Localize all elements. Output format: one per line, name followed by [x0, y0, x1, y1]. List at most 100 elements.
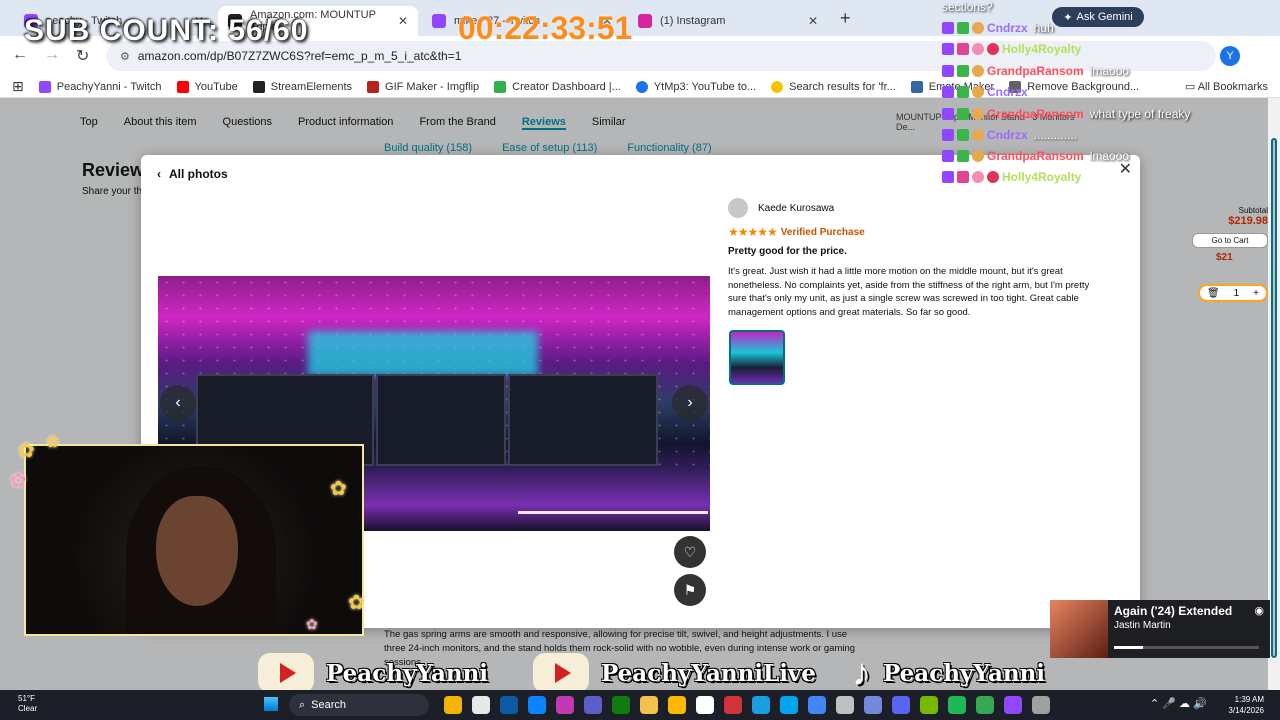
taskbar-app-icon[interactable]	[668, 696, 686, 714]
stream-timer: 00:22:33:51	[458, 10, 633, 46]
heart-icon[interactable]: ♡	[674, 536, 706, 568]
bookmark-item[interactable]: YtMp3: YouTube to...	[635, 80, 757, 93]
taskbar-app-icon[interactable]	[640, 696, 658, 714]
clock[interactable]: 1:39 AM 3/14/2026	[1228, 694, 1264, 716]
taskbar-app-icon[interactable]	[976, 696, 994, 714]
taskbar: 51°F Clear ⌕ Search ⌃ 🎤 ☁ 🔊 1:39 AM 3/14…	[0, 690, 1280, 720]
next-photo-button[interactable]: ›	[672, 385, 708, 421]
filter-chip[interactable]: Build quality (158)	[384, 142, 472, 154]
social-handle: PeachyYanni	[326, 659, 489, 687]
go-to-cart-button[interactable]: Go to Cart	[1192, 233, 1268, 248]
filter-chip[interactable]: Ease of setup (113)	[502, 142, 597, 154]
taskbar-app-icon[interactable]	[864, 696, 882, 714]
taskbar-app-icon[interactable]	[808, 696, 826, 714]
taskbar-app-icon[interactable]	[444, 696, 462, 714]
weather-widget[interactable]: 51°F Clear	[18, 694, 37, 714]
subnav-product-info[interactable]: Product information	[298, 116, 393, 130]
quantity-stepper[interactable]: 🗑 1 +	[1198, 284, 1268, 302]
chat-text: .............	[1033, 128, 1078, 142]
bookmark-item[interactable]: PeachyYanni - Twitch	[38, 80, 162, 93]
youtube-icon	[176, 80, 189, 93]
plus-icon[interactable]: +	[1253, 288, 1259, 299]
social-handle: PeachyYanniLive	[601, 659, 816, 687]
apps-icon[interactable]: ⊞	[12, 78, 24, 95]
track-title: Again ('24) Extended	[1114, 604, 1233, 618]
all-photos-link[interactable]: ‹ All photos	[157, 167, 228, 181]
bookmark-label: YtMp3: YouTube to...	[653, 80, 757, 93]
chat-user: Holly4Royalty	[1002, 42, 1082, 56]
badge-icon	[957, 65, 969, 77]
webcam-face	[156, 496, 238, 606]
taskbar-apps	[444, 696, 1050, 714]
subnav-reviews[interactable]: Reviews	[521, 116, 566, 130]
windows-start-icon[interactable]	[264, 697, 278, 711]
taskbar-app-icon[interactable]	[1032, 696, 1050, 714]
bookmark-label: GIF Maker - Imgflip	[385, 80, 480, 93]
system-tray-icons[interactable]: ⌃ 🎤 ☁ 🔊	[1150, 697, 1207, 710]
badge-icon	[942, 129, 954, 141]
taskbar-app-icon[interactable]	[528, 696, 546, 714]
badge-icon	[942, 43, 954, 55]
taskbar-app-icon[interactable]	[584, 696, 602, 714]
site-info-icon[interactable]: ⚙	[120, 50, 130, 63]
taskbar-app-icon[interactable]	[780, 696, 798, 714]
photo-glow	[308, 331, 538, 376]
previous-photo-button[interactable]: ‹	[160, 385, 196, 421]
chat-message: Cndrzx.............	[942, 128, 1077, 142]
bookmark-item[interactable]: Creator Dashboard |...	[494, 80, 621, 93]
taskbar-app-icon[interactable]	[612, 696, 630, 714]
star-rating-icon: ★★★★★	[728, 225, 778, 239]
badge-icon	[942, 86, 954, 98]
taskbar-app-icon[interactable]	[556, 696, 574, 714]
taskbar-app-icon[interactable]	[920, 696, 938, 714]
taskbar-app-icon[interactable]	[500, 696, 518, 714]
taskbar-app-icon[interactable]	[836, 696, 854, 714]
photo-thumbnail[interactable]	[729, 330, 785, 385]
taskbar-app-icon[interactable]	[1004, 696, 1022, 714]
bookmark-label: StreamElements	[270, 80, 353, 93]
taskbar-app-icon[interactable]	[696, 696, 714, 714]
subnav-brand[interactable]: From the Brand	[419, 116, 495, 130]
badge-icon	[957, 171, 969, 183]
tab-instagram[interactable]: (1) Instagram ✕	[628, 6, 828, 36]
subtotal-price: $219.98	[1228, 215, 1268, 227]
badge-icon	[957, 150, 969, 162]
temperature: 51°F	[18, 694, 35, 703]
twitch-icon	[432, 14, 446, 28]
chat-user: GrandpaRansom	[987, 149, 1084, 163]
bookmark-label: YouTube	[194, 80, 238, 93]
social-youtube: PeachyYanni	[258, 653, 488, 693]
clock-date: 3/14/2026	[1228, 706, 1264, 715]
close-tab-icon[interactable]: ✕	[808, 14, 818, 28]
taskbar-app-icon[interactable]	[948, 696, 966, 714]
trash-icon[interactable]: 🗑	[1207, 288, 1220, 299]
badge-icon	[972, 108, 984, 120]
scrollbar-thumb[interactable]	[1271, 138, 1277, 658]
youtube-icon	[533, 653, 589, 693]
reload-icon[interactable]: ↻	[76, 46, 89, 66]
bookmark-item[interactable]: Search results for 'fr...	[771, 80, 896, 93]
heart-badge-icon	[987, 171, 999, 183]
taskbar-app-icon[interactable]	[724, 696, 742, 714]
taskbar-search[interactable]: ⌕ Search	[289, 694, 429, 716]
report-flag-icon[interactable]: ⚑	[674, 574, 706, 606]
verified-badge: Verified Purchase	[780, 226, 865, 238]
subnav-similar[interactable]: Similar	[592, 116, 626, 130]
bookmark-item[interactable]: GIF Maker - Imgflip	[367, 80, 480, 93]
close-tab-icon[interactable]: ✕	[398, 14, 408, 28]
search-icon: ⌕	[299, 698, 306, 711]
new-tab-icon[interactable]: +	[840, 8, 851, 29]
forward-icon[interactable]: →	[44, 46, 60, 64]
back-icon[interactable]: ←	[12, 46, 28, 64]
subnav-about[interactable]: About this item	[124, 116, 197, 130]
subnav-questions[interactable]: Questions	[223, 116, 273, 130]
bookmark-item[interactable]: YouTube	[176, 80, 238, 93]
badge-icon	[972, 86, 984, 98]
bookmark-item[interactable]: StreamElements	[252, 80, 353, 93]
taskbar-app-icon[interactable]	[752, 696, 770, 714]
imgflip-icon	[367, 80, 380, 93]
taskbar-app-icon[interactable]	[472, 696, 490, 714]
subnav-top[interactable]: Top	[80, 116, 98, 130]
taskbar-app-icon[interactable]	[892, 696, 910, 714]
filter-chip[interactable]: Functionality (87)	[627, 142, 711, 154]
